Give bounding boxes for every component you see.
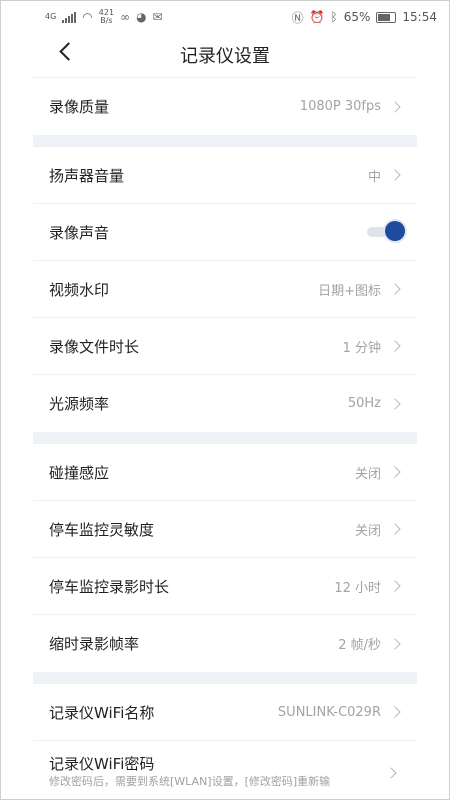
net-speed: 421 B/s bbox=[99, 9, 114, 25]
chevron-right-icon bbox=[389, 523, 401, 535]
setting-value: 1080P 30fps bbox=[299, 99, 381, 114]
network-type: 4G bbox=[45, 12, 57, 21]
setting-row-parking-duration[interactable]: 停车监控录影时长 12 小时 bbox=[33, 558, 417, 615]
panel-top bbox=[33, 67, 417, 78]
bluetooth-icon: ᛒ bbox=[330, 10, 338, 24]
section-divider bbox=[33, 672, 417, 684]
setting-row-parking-sensitivity[interactable]: 停车监控灵敏度 关闭 bbox=[33, 501, 417, 558]
setting-label: 扬声器音量 bbox=[49, 166, 125, 185]
chevron-right-icon bbox=[389, 340, 401, 352]
setting-value: 关闭 bbox=[354, 523, 381, 539]
wifi-icon: ◠ bbox=[82, 10, 93, 24]
nfc-icon: Ⓝ bbox=[291, 10, 304, 25]
battery-icon bbox=[376, 11, 397, 23]
alarm-icon: ⏰ bbox=[309, 10, 325, 24]
setting-row-wifi-name[interactable]: 记录仪WiFi名称 SUNLINK-C029R bbox=[33, 684, 417, 741]
setting-label: 录像质量 bbox=[49, 98, 110, 116]
settings-group-recording: 扬声器音量 中 录像声音 视频水印 日期+图标 录像文件时长 1 分钟 光源频率… bbox=[33, 147, 417, 432]
section-divider bbox=[33, 432, 417, 444]
chat-icon: ◕ bbox=[136, 10, 147, 24]
net-speed-unit: B/s bbox=[100, 16, 113, 25]
chevron-right-icon bbox=[389, 283, 401, 295]
setting-row-file-duration[interactable]: 录像文件时长 1 分钟 bbox=[33, 318, 417, 375]
setting-value: 中 bbox=[367, 169, 381, 185]
setting-label: 缩时录影帧率 bbox=[49, 635, 140, 653]
setting-label: 碰撞感应 bbox=[49, 463, 110, 482]
setting-row-video-quality[interactable]: 录像质量 1080P 30fps bbox=[33, 78, 417, 135]
screen: 4G ◠ 421 B/s ∞ ◕ ✉ Ⓝ ⏰ ᛒ 65% 15:54 记录仪设置 bbox=[0, 0, 450, 800]
chevron-right-icon bbox=[389, 397, 401, 410]
toggle-knob bbox=[385, 221, 405, 241]
status-bar: 4G ◠ 421 B/s ∞ ◕ ✉ Ⓝ ⏰ ᛒ 65% 15:54 bbox=[1, 1, 449, 33]
setting-value: SUNLINK-C029R bbox=[277, 704, 381, 720]
chevron-right-icon bbox=[389, 169, 401, 181]
setting-row-light-frequency[interactable]: 光源频率 50Hz bbox=[33, 375, 417, 432]
setting-label: 停车监控灵敏度 bbox=[49, 520, 155, 539]
setting-label: 视频水印 bbox=[49, 280, 110, 299]
setting-row-timelapse-rate[interactable]: 缩时录影帧率 2 帧/秒 bbox=[33, 615, 417, 672]
setting-value: 日期+图标 bbox=[318, 283, 381, 299]
chevron-right-icon bbox=[389, 466, 401, 478]
status-left: 4G ◠ 421 B/s ∞ ◕ ✉ bbox=[45, 9, 163, 25]
setting-value: 2 帧/秒 bbox=[338, 638, 381, 653]
setting-label: 录像声音 bbox=[49, 223, 110, 242]
record-audio-toggle[interactable] bbox=[367, 221, 405, 243]
settings-group-video: 录像质量 1080P 30fps bbox=[33, 78, 417, 135]
setting-label: 停车监控录影时长 bbox=[49, 577, 170, 596]
chevron-right-icon bbox=[389, 706, 401, 718]
clock: 15:54 bbox=[402, 10, 437, 24]
status-right: Ⓝ ⏰ ᛒ 65% 15:54 bbox=[292, 9, 437, 26]
setting-label: 记录仪WiFi密码 bbox=[49, 755, 155, 773]
setting-row-speaker-volume[interactable]: 扬声器音量 中 bbox=[33, 147, 417, 204]
settings-panel: 录像质量 1080P 30fps 扬声器音量 中 录像声音 视频水印 日期+图标… bbox=[33, 67, 417, 799]
mail-icon: ✉ bbox=[152, 10, 163, 24]
setting-row-record-audio: 录像声音 bbox=[33, 204, 417, 261]
setting-value: 关闭 bbox=[354, 466, 381, 482]
back-arrow-icon[interactable] bbox=[59, 45, 73, 59]
setting-value: 50Hz bbox=[347, 396, 381, 411]
setting-label: 记录仪WiFi名称 bbox=[49, 703, 155, 722]
chevron-right-icon bbox=[389, 637, 401, 650]
app-icon: ∞ bbox=[120, 10, 131, 24]
settings-group-wifi: 记录仪WiFi名称 SUNLINK-C029R 记录仪WiFi密码 修改密码后，… bbox=[33, 684, 417, 799]
chevron-right-icon bbox=[389, 580, 401, 592]
section-divider bbox=[33, 135, 417, 147]
setting-row-wifi-password[interactable]: 记录仪WiFi密码 修改密码后，需要到系统[WLAN]设置，[修改密码]重新输 bbox=[33, 741, 417, 799]
setting-row-collision-sensing[interactable]: 碰撞感应 关闭 bbox=[33, 444, 417, 501]
setting-label: 光源频率 bbox=[49, 395, 110, 413]
setting-value: 1 分钟 bbox=[342, 340, 381, 356]
setting-subtext: 修改密码后，需要到系统[WLAN]设置，[修改密码]重新输 bbox=[49, 775, 331, 788]
chevron-right-icon bbox=[389, 100, 401, 113]
battery-percent: 65% bbox=[343, 10, 371, 24]
signal-icon bbox=[62, 11, 77, 23]
setting-row-video-watermark[interactable]: 视频水印 日期+图标 bbox=[33, 261, 417, 318]
page-title: 记录仪设置 bbox=[180, 46, 270, 67]
setting-value: 12 小时 bbox=[334, 580, 381, 596]
settings-group-parking: 碰撞感应 关闭 停车监控灵敏度 关闭 停车监控录影时长 12 小时 缩时录影帧率… bbox=[33, 444, 417, 672]
setting-label: 录像文件时长 bbox=[49, 337, 140, 356]
